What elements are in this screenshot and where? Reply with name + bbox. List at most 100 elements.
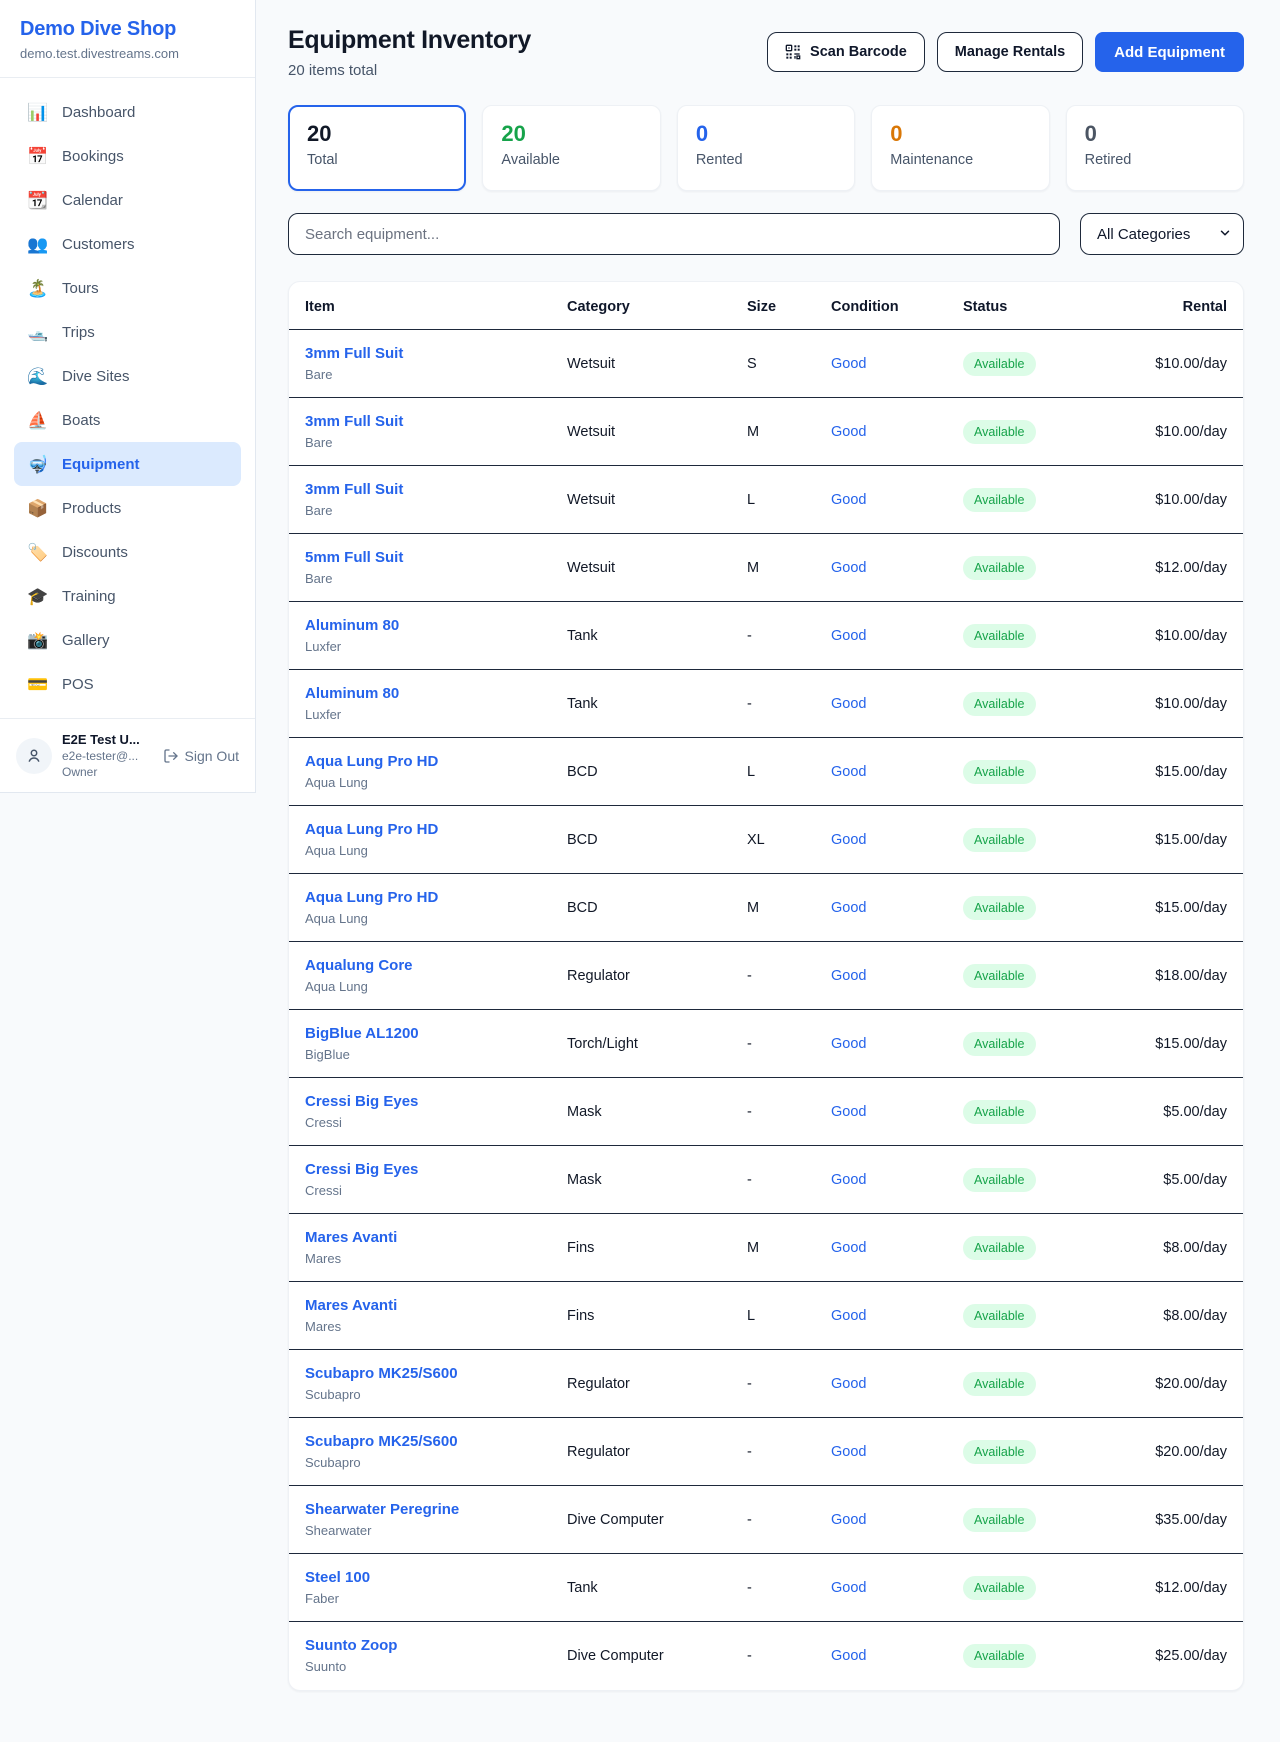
item-condition-link[interactable]: Good: [831, 1308, 866, 1324]
item-name-link[interactable]: Aqua Lung Pro HD: [305, 821, 438, 838]
scan-barcode-button[interactable]: Scan Barcode: [767, 32, 925, 72]
sidebar-item[interactable]: 📦 Products: [14, 486, 241, 530]
sidebar-item[interactable]: 🤿 Equipment: [14, 442, 241, 486]
category-select[interactable]: All Categories: [1080, 213, 1244, 255]
item-condition-link[interactable]: Good: [831, 1036, 866, 1052]
sidebar-item[interactable]: 🎓 Training: [14, 574, 241, 618]
item-condition-link[interactable]: Good: [831, 1376, 866, 1392]
item-size: -: [747, 1554, 831, 1622]
stat-card[interactable]: 0 Rented: [677, 105, 855, 191]
item-category: Tank: [567, 1554, 747, 1622]
item-name-link[interactable]: Scubapro MK25/S600: [305, 1433, 458, 1450]
item-condition-link[interactable]: Good: [831, 1104, 866, 1120]
avatar: [16, 738, 52, 774]
item-size: -: [747, 1350, 831, 1418]
item-condition-link[interactable]: Good: [831, 1648, 866, 1664]
sidebar-item-label: Equipment: [62, 456, 140, 473]
item-condition-link[interactable]: Good: [831, 1512, 866, 1528]
item-brand: Aqua Lung: [305, 979, 567, 994]
sidebar-item-icon: 📦: [27, 500, 49, 517]
item-size: S: [747, 330, 831, 398]
item-condition-link[interactable]: Good: [831, 1580, 866, 1596]
item-condition-link[interactable]: Good: [831, 764, 866, 780]
item-rental-rate: $5.00/day: [1123, 1146, 1243, 1214]
item-condition-link[interactable]: Good: [831, 900, 866, 916]
status-badge: Available: [963, 420, 1036, 444]
sidebar-item[interactable]: 💳 POS: [14, 662, 241, 706]
sidebar-item-label: Products: [62, 500, 121, 517]
stat-label: Rented: [696, 152, 836, 168]
sidebar-item[interactable]: 📆 Calendar: [14, 178, 241, 222]
item-condition-link[interactable]: Good: [831, 968, 866, 984]
item-name-link[interactable]: 3mm Full Suit: [305, 413, 403, 430]
search-input[interactable]: [288, 213, 1060, 255]
add-equipment-button[interactable]: Add Equipment: [1095, 32, 1244, 72]
item-name-link[interactable]: Aqua Lung Pro HD: [305, 753, 438, 770]
sign-out-button[interactable]: Sign Out: [163, 748, 239, 764]
status-badge: Available: [963, 556, 1036, 580]
item-name-link[interactable]: 5mm Full Suit: [305, 549, 403, 566]
item-brand: Aqua Lung: [305, 911, 567, 926]
item-condition-link[interactable]: Good: [831, 356, 866, 372]
stat-label: Available: [501, 152, 641, 168]
item-condition-link[interactable]: Good: [831, 560, 866, 576]
sidebar-item[interactable]: 📊 Dashboard: [14, 90, 241, 134]
sidebar-item[interactable]: 📸 Gallery: [14, 618, 241, 662]
item-brand: Faber: [305, 1591, 567, 1606]
filters-row: All Categories: [288, 213, 1244, 255]
sidebar-item[interactable]: 🏷️ Discounts: [14, 530, 241, 574]
sidebar-item[interactable]: 📅 Bookings: [14, 134, 241, 178]
table-row: Cressi Big Eyes Cressi Mask - Good Avail…: [289, 1146, 1243, 1214]
item-name-link[interactable]: BigBlue AL1200: [305, 1025, 419, 1042]
item-name-link[interactable]: Aluminum 80: [305, 617, 399, 634]
item-name-link[interactable]: Mares Avanti: [305, 1229, 397, 1246]
brand-name[interactable]: Demo Dive Shop: [20, 18, 235, 41]
item-rental-rate: $10.00/day: [1123, 670, 1243, 738]
item-name-link[interactable]: Cressi Big Eyes: [305, 1093, 418, 1110]
sidebar-item[interactable]: 🏝️ Tours: [14, 266, 241, 310]
sidebar-item-icon: 🏝️: [27, 280, 49, 297]
item-condition-link[interactable]: Good: [831, 1240, 866, 1256]
item-condition-link[interactable]: Good: [831, 492, 866, 508]
item-name-link[interactable]: Suunto Zoop: [305, 1637, 397, 1654]
stat-card[interactable]: 0 Retired: [1066, 105, 1244, 191]
item-condition-link[interactable]: Good: [831, 424, 866, 440]
item-name-link[interactable]: Aqualung Core: [305, 957, 413, 974]
table-row: BigBlue AL1200 BigBlue Torch/Light - Goo…: [289, 1010, 1243, 1078]
stats-row: 20 Total 20 Available 0 Rented 0 Mainten…: [288, 105, 1244, 191]
sidebar-item[interactable]: 👥 Customers: [14, 222, 241, 266]
user-role: Owner: [62, 765, 140, 779]
item-condition-link[interactable]: Good: [831, 1172, 866, 1188]
item-name-link[interactable]: Scubapro MK25/S600: [305, 1365, 458, 1382]
header-actions: Scan Barcode Manage Rentals Add Equipmen…: [767, 32, 1244, 72]
item-condition-link[interactable]: Good: [831, 628, 866, 644]
item-condition-link[interactable]: Good: [831, 832, 866, 848]
item-size: M: [747, 1214, 831, 1282]
item-condition-link[interactable]: Good: [831, 696, 866, 712]
item-name-link[interactable]: Steel 100: [305, 1569, 370, 1586]
stat-card[interactable]: 20 Total: [288, 105, 466, 191]
column-header-rental: Rental: [1123, 282, 1243, 330]
item-name-link[interactable]: Aluminum 80: [305, 685, 399, 702]
stat-card[interactable]: 20 Available: [482, 105, 660, 191]
item-name-link[interactable]: Mares Avanti: [305, 1297, 397, 1314]
item-name-link[interactable]: Shearwater Peregrine: [305, 1501, 459, 1518]
item-size: -: [747, 1418, 831, 1486]
page-header-text: Equipment Inventory 20 items total: [288, 26, 531, 79]
sidebar-item[interactable]: 🛥️ Trips: [14, 310, 241, 354]
manage-rentals-button[interactable]: Manage Rentals: [937, 32, 1083, 72]
stat-card[interactable]: 0 Maintenance: [871, 105, 1049, 191]
sidebar-item[interactable]: ⛵ Boats: [14, 398, 241, 442]
item-name-link[interactable]: Aqua Lung Pro HD: [305, 889, 438, 906]
item-name-link[interactable]: 3mm Full Suit: [305, 481, 403, 498]
item-size: XL: [747, 806, 831, 874]
item-condition-link[interactable]: Good: [831, 1444, 866, 1460]
status-badge: Available: [963, 488, 1036, 512]
table-row: Scubapro MK25/S600 Scubapro Regulator - …: [289, 1418, 1243, 1486]
item-name-link[interactable]: 3mm Full Suit: [305, 345, 403, 362]
item-category: Dive Computer: [567, 1486, 747, 1554]
item-category: Wetsuit: [567, 330, 747, 398]
sidebar-item[interactable]: 🌊 Dive Sites: [14, 354, 241, 398]
status-badge: Available: [963, 1372, 1036, 1396]
item-name-link[interactable]: Cressi Big Eyes: [305, 1161, 418, 1178]
